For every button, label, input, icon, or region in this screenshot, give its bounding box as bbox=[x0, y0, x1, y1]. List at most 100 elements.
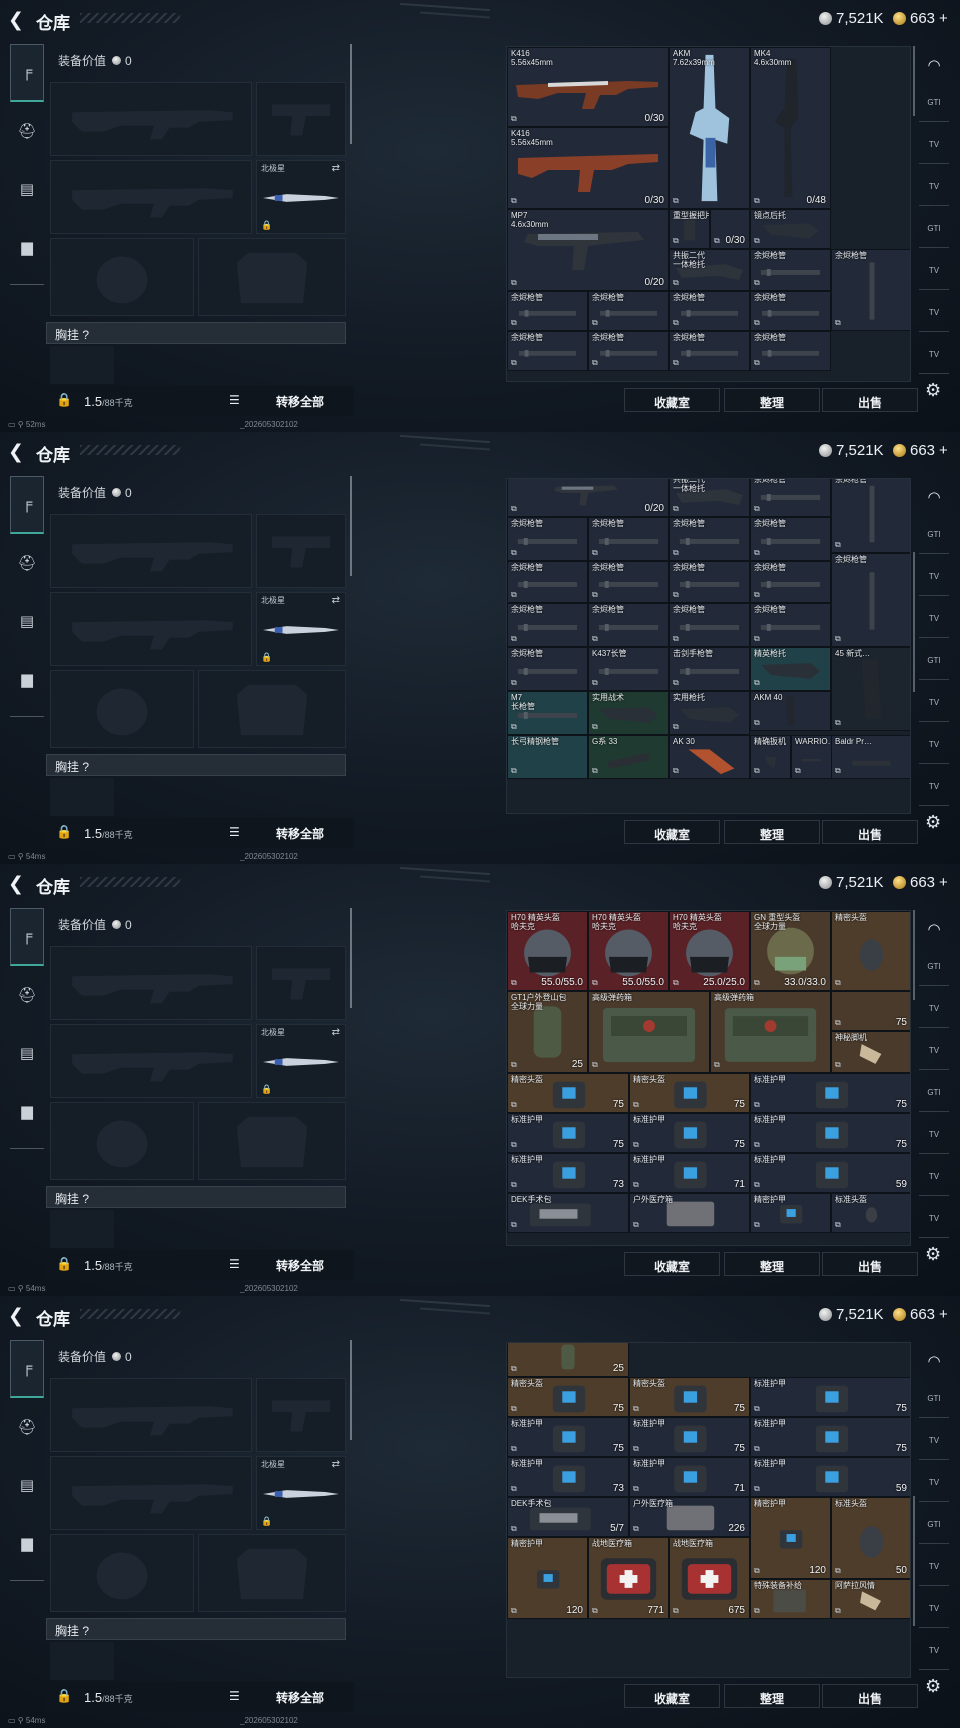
item-cell[interactable]: 75 ⧉ bbox=[831, 991, 910, 1031]
item-cell[interactable]: 标准护甲 75 ⧉ bbox=[750, 1417, 910, 1457]
item-cell[interactable]: 标准护甲 71 ⧉ bbox=[629, 1153, 750, 1193]
item-cell[interactable]: 神秘脚机 ⧉ bbox=[831, 1031, 910, 1073]
item-cell[interactable]: 标准护甲 75 ⧉ bbox=[507, 1417, 629, 1457]
item-cell[interactable]: 余烬枪管 ⧉ bbox=[669, 331, 750, 371]
warehouse-tab[interactable]: TV bbox=[919, 1646, 949, 1670]
nav-case[interactable]: ▆ bbox=[10, 1534, 44, 1564]
gold-currency[interactable]: 663 + bbox=[893, 874, 948, 891]
item-cell[interactable]: 余烬枪管 ⧉ bbox=[750, 603, 831, 647]
list-icon[interactable]: ☰ bbox=[229, 393, 240, 407]
item-cell[interactable]: 标准护甲 75 ⧉ bbox=[750, 1113, 910, 1153]
item-cell[interactable]: 余烬枪管 ⧉ bbox=[588, 561, 669, 603]
warehouse-tab[interactable]: TV bbox=[919, 350, 949, 374]
warehouse-tab[interactable]: GTI bbox=[919, 656, 949, 680]
item-cell[interactable]: 余烬枪管 ⧉ bbox=[588, 331, 669, 371]
pistol-slot[interactable] bbox=[256, 514, 346, 588]
add-gold-button[interactable]: + bbox=[939, 442, 948, 459]
nav-vest[interactable]: ▤ bbox=[10, 1044, 44, 1074]
warehouse-tab[interactable]: TV bbox=[919, 782, 949, 806]
lock-icon[interactable]: 🔒 bbox=[56, 1688, 72, 1704]
grid-scrollbar[interactable] bbox=[913, 1496, 915, 1626]
item-cell[interactable]: 余烬枪管 ⧉ bbox=[507, 603, 588, 647]
item-cell[interactable]: 高级弹药箱 ⧉ bbox=[710, 991, 831, 1073]
item-cell[interactable]: 标准护甲 75 ⧉ bbox=[629, 1417, 750, 1457]
warehouse-tab[interactable]: TV bbox=[919, 698, 949, 722]
item-cell[interactable]: K416 5.56x45mm 0/30 ⧉ bbox=[507, 127, 669, 209]
warehouse-tab[interactable]: GTI bbox=[919, 1394, 949, 1418]
item-cell[interactable]: 标准头盔 50 ⧉ bbox=[831, 1497, 910, 1579]
item-cell[interactable]: 余烬枪管 ⧉ bbox=[669, 561, 750, 603]
warehouse-tab[interactable]: GTI bbox=[919, 1088, 949, 1112]
item-cell[interactable]: 精密护甲 120 ⧉ bbox=[750, 1497, 831, 1579]
equipment-scrollbar[interactable] bbox=[350, 44, 352, 144]
nav-case[interactable]: ▆ bbox=[10, 670, 44, 700]
nav-helmet[interactable]: ⛑ bbox=[10, 122, 44, 152]
item-cell[interactable]: DEK手术包 5/7 ⧉ bbox=[507, 1497, 629, 1537]
item-cell[interactable]: GN 重型头盔 全球力量 33.0/33.0 ⧉ bbox=[750, 911, 831, 991]
item-cell[interactable]: 余烬枪管 ⧉ bbox=[831, 479, 910, 553]
sort-button[interactable]: 整理 bbox=[724, 388, 820, 412]
add-gold-button[interactable]: + bbox=[939, 874, 948, 891]
sell-button[interactable]: 出售 bbox=[822, 388, 918, 412]
item-cell[interactable]: 精密头盔 75 ⧉ bbox=[507, 1073, 629, 1113]
nav-weapons[interactable]: ╒ bbox=[10, 908, 44, 966]
warehouse-tab[interactable]: GTI bbox=[919, 1520, 949, 1544]
chest-rig-slot[interactable] bbox=[50, 778, 114, 816]
item-cell[interactable]: 精密头盔 75 ⧉ bbox=[629, 1377, 750, 1417]
item-cell[interactable]: 阿萨拉风情 ⧉ bbox=[831, 1579, 910, 1619]
warehouse-tab[interactable]: TV bbox=[919, 740, 949, 764]
transfer-all-button[interactable]: 转移全部 bbox=[276, 1257, 324, 1274]
item-cell[interactable]: 余烬枪管 ⧉ bbox=[507, 561, 588, 603]
item-cell[interactable]: 余烬枪管 ⧉ bbox=[750, 331, 831, 371]
warehouse-tab[interactable]: TV bbox=[919, 182, 949, 206]
sort-button[interactable]: 整理 bbox=[724, 820, 820, 844]
favorites-button[interactable]: 收藏室 bbox=[624, 1252, 720, 1276]
item-cell[interactable]: 精英枪托 ⧉ bbox=[750, 647, 831, 691]
warehouse-tab[interactable]: TV bbox=[919, 1172, 949, 1196]
primary-weapon-slot[interactable] bbox=[50, 82, 252, 156]
item-cell[interactable]: H70 精英头盔 哈夫克 25.0/25.0 ⧉ bbox=[669, 911, 750, 991]
warehouse-tab[interactable]: TV bbox=[919, 1130, 949, 1154]
item-cell[interactable]: 实用枪托 ⧉ bbox=[669, 691, 750, 735]
item-cell[interactable]: 余烬枪管 ⧉ bbox=[507, 331, 588, 371]
item-cell[interactable]: 标准护甲 75 ⧉ bbox=[629, 1113, 750, 1153]
warehouse-tab[interactable]: GTI bbox=[919, 98, 949, 122]
grid-scrollbar[interactable] bbox=[913, 46, 915, 116]
melee-slot[interactable]: 北极星 ⇄ 🔒 bbox=[256, 592, 346, 666]
equipment-scrollbar[interactable] bbox=[350, 1340, 352, 1440]
settings-gear-icon[interactable]: ⚙ bbox=[925, 380, 941, 401]
item-cell[interactable]: DEK手术包 ⧉ bbox=[507, 1193, 629, 1233]
item-cell[interactable]: 0/30 ⧉ bbox=[710, 209, 750, 249]
item-cell[interactable]: 长弓精钢枪管 ⧉ bbox=[507, 735, 588, 779]
item-cell[interactable]: 战地医疗箱 675 ⧉ bbox=[669, 1537, 750, 1619]
item-cell[interactable]: 余烬枪管 ⧉ bbox=[588, 517, 669, 561]
item-cell[interactable]: 余烬枪管 ⧉ bbox=[669, 517, 750, 561]
secondary-weapon-slot[interactable] bbox=[50, 1456, 252, 1530]
item-cell[interactable]: 标准护甲 75 ⧉ bbox=[750, 1377, 910, 1417]
sort-button[interactable]: 整理 bbox=[724, 1684, 820, 1708]
item-cell[interactable]: GT1户外登山包 全球力量 25 ⧉ bbox=[507, 991, 588, 1073]
gold-currency[interactable]: 663 + bbox=[893, 1306, 948, 1323]
helmet-slot[interactable] bbox=[50, 1102, 194, 1180]
pistol-slot[interactable] bbox=[256, 1378, 346, 1452]
item-cell[interactable]: MP7 4.6x30mm 0/20 ⧉ bbox=[507, 209, 669, 291]
item-cell[interactable]: 余烬枪管 ⧉ bbox=[750, 561, 831, 603]
nav-case[interactable]: ▆ bbox=[10, 238, 44, 268]
chest-rig-slot[interactable] bbox=[50, 1210, 114, 1248]
chest-rig-header[interactable]: 胸挂 ? bbox=[46, 1186, 346, 1208]
armor-slot[interactable] bbox=[198, 238, 346, 316]
favorites-button[interactable]: 收藏室 bbox=[624, 820, 720, 844]
primary-weapon-slot[interactable] bbox=[50, 946, 252, 1020]
add-gold-button[interactable]: + bbox=[939, 10, 948, 27]
item-cell[interactable]: 余烬枪管 ⧉ bbox=[588, 603, 669, 647]
warehouse-tab-main[interactable]: ◠ bbox=[919, 56, 949, 80]
item-cell[interactable]: 标准护甲 75 ⧉ bbox=[750, 1073, 910, 1113]
nav-vest[interactable]: ▤ bbox=[10, 1476, 44, 1506]
item-cell[interactable]: 击剑手枪管 ⧉ bbox=[669, 647, 750, 691]
armor-slot[interactable] bbox=[198, 670, 346, 748]
item-cell[interactable]: 战地医疗箱 771 ⧉ bbox=[588, 1537, 669, 1619]
nav-helmet[interactable]: ⛑ bbox=[10, 1418, 44, 1448]
chest-rig-slot[interactable] bbox=[50, 1642, 114, 1680]
item-cell[interactable]: 精密护甲 120 ⧉ bbox=[507, 1537, 588, 1619]
item-cell[interactable]: 标准护甲 73 ⧉ bbox=[507, 1457, 629, 1497]
